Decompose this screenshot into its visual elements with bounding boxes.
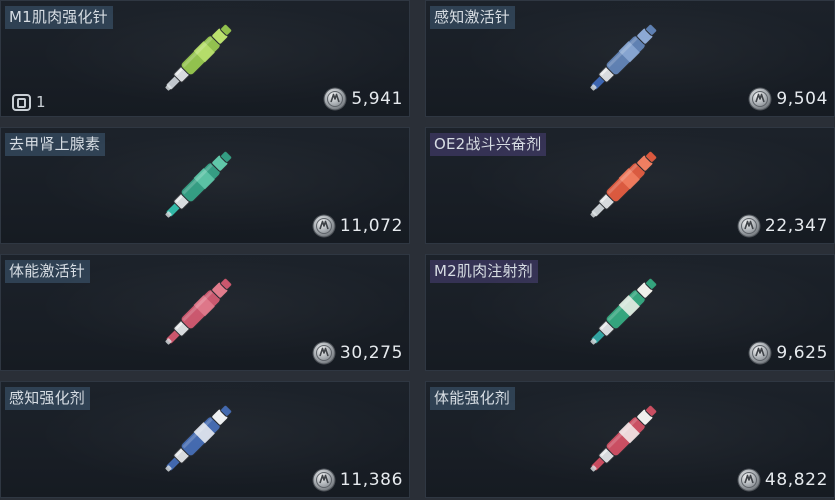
silver-coin-icon <box>748 341 772 365</box>
syringe-icon <box>590 23 658 91</box>
item-card-oe2[interactable]: OE2战斗兴奋剂 22,347 <box>425 127 835 244</box>
item-card-perception-activator[interactable]: 感知激活针 9,504 <box>425 0 835 117</box>
syringe-icon <box>165 277 233 345</box>
silver-coin-icon <box>312 468 336 492</box>
item-name: 感知强化剂 <box>5 387 91 410</box>
silver-coin-icon <box>737 214 761 238</box>
item-name: 体能激活针 <box>5 260 91 283</box>
item-price: 5,941 <box>323 87 403 111</box>
item-price: 9,625 <box>748 341 828 365</box>
item-card-stamina-activator[interactable]: 体能激活针 30,275 <box>0 254 410 371</box>
silver-coin-icon <box>312 341 336 365</box>
stack-count-icon <box>12 94 31 111</box>
item-price: 48,822 <box>737 468 828 492</box>
syringe-icon <box>165 150 233 218</box>
item-price: 30,275 <box>312 341 403 365</box>
item-name: M1肌肉强化针 <box>5 6 113 29</box>
item-card-m1[interactable]: M1肌肉强化针 1 5,941 <box>0 0 410 117</box>
silver-coin-icon <box>737 468 761 492</box>
syringe-icon <box>590 277 658 345</box>
silver-coin-icon <box>748 87 772 111</box>
syringe-icon <box>590 150 658 218</box>
syringe-icon <box>165 404 233 472</box>
item-name: 体能强化剂 <box>430 387 516 410</box>
item-name: OE2战斗兴奋剂 <box>430 133 547 156</box>
item-name: 去甲肾上腺素 <box>5 133 106 156</box>
item-name: 感知激活针 <box>430 6 516 29</box>
item-card-m2[interactable]: M2肌肉注射剂 9,625 <box>425 254 835 371</box>
silver-coin-icon <box>323 87 347 111</box>
item-price: 9,504 <box>748 87 828 111</box>
item-price: 11,072 <box>312 214 403 238</box>
item-card-noradrenaline[interactable]: 去甲肾上腺素 11,072 <box>0 127 410 244</box>
item-card-stamina-enhancer[interactable]: 体能强化剂 48,822 <box>425 381 835 498</box>
item-price: 22,347 <box>737 214 828 238</box>
item-card-perception-enhancer[interactable]: 感知强化剂 11,386 <box>0 381 410 498</box>
item-name: M2肌肉注射剂 <box>430 260 538 283</box>
syringe-icon <box>590 404 658 472</box>
item-grid: M1肌肉强化针 1 5,941 感知激活针 9,504 去甲肾上腺素 11,07… <box>0 0 835 500</box>
item-price: 11,386 <box>312 468 403 492</box>
item-count: 1 <box>11 92 46 112</box>
syringe-icon <box>165 23 233 91</box>
silver-coin-icon <box>312 214 336 238</box>
